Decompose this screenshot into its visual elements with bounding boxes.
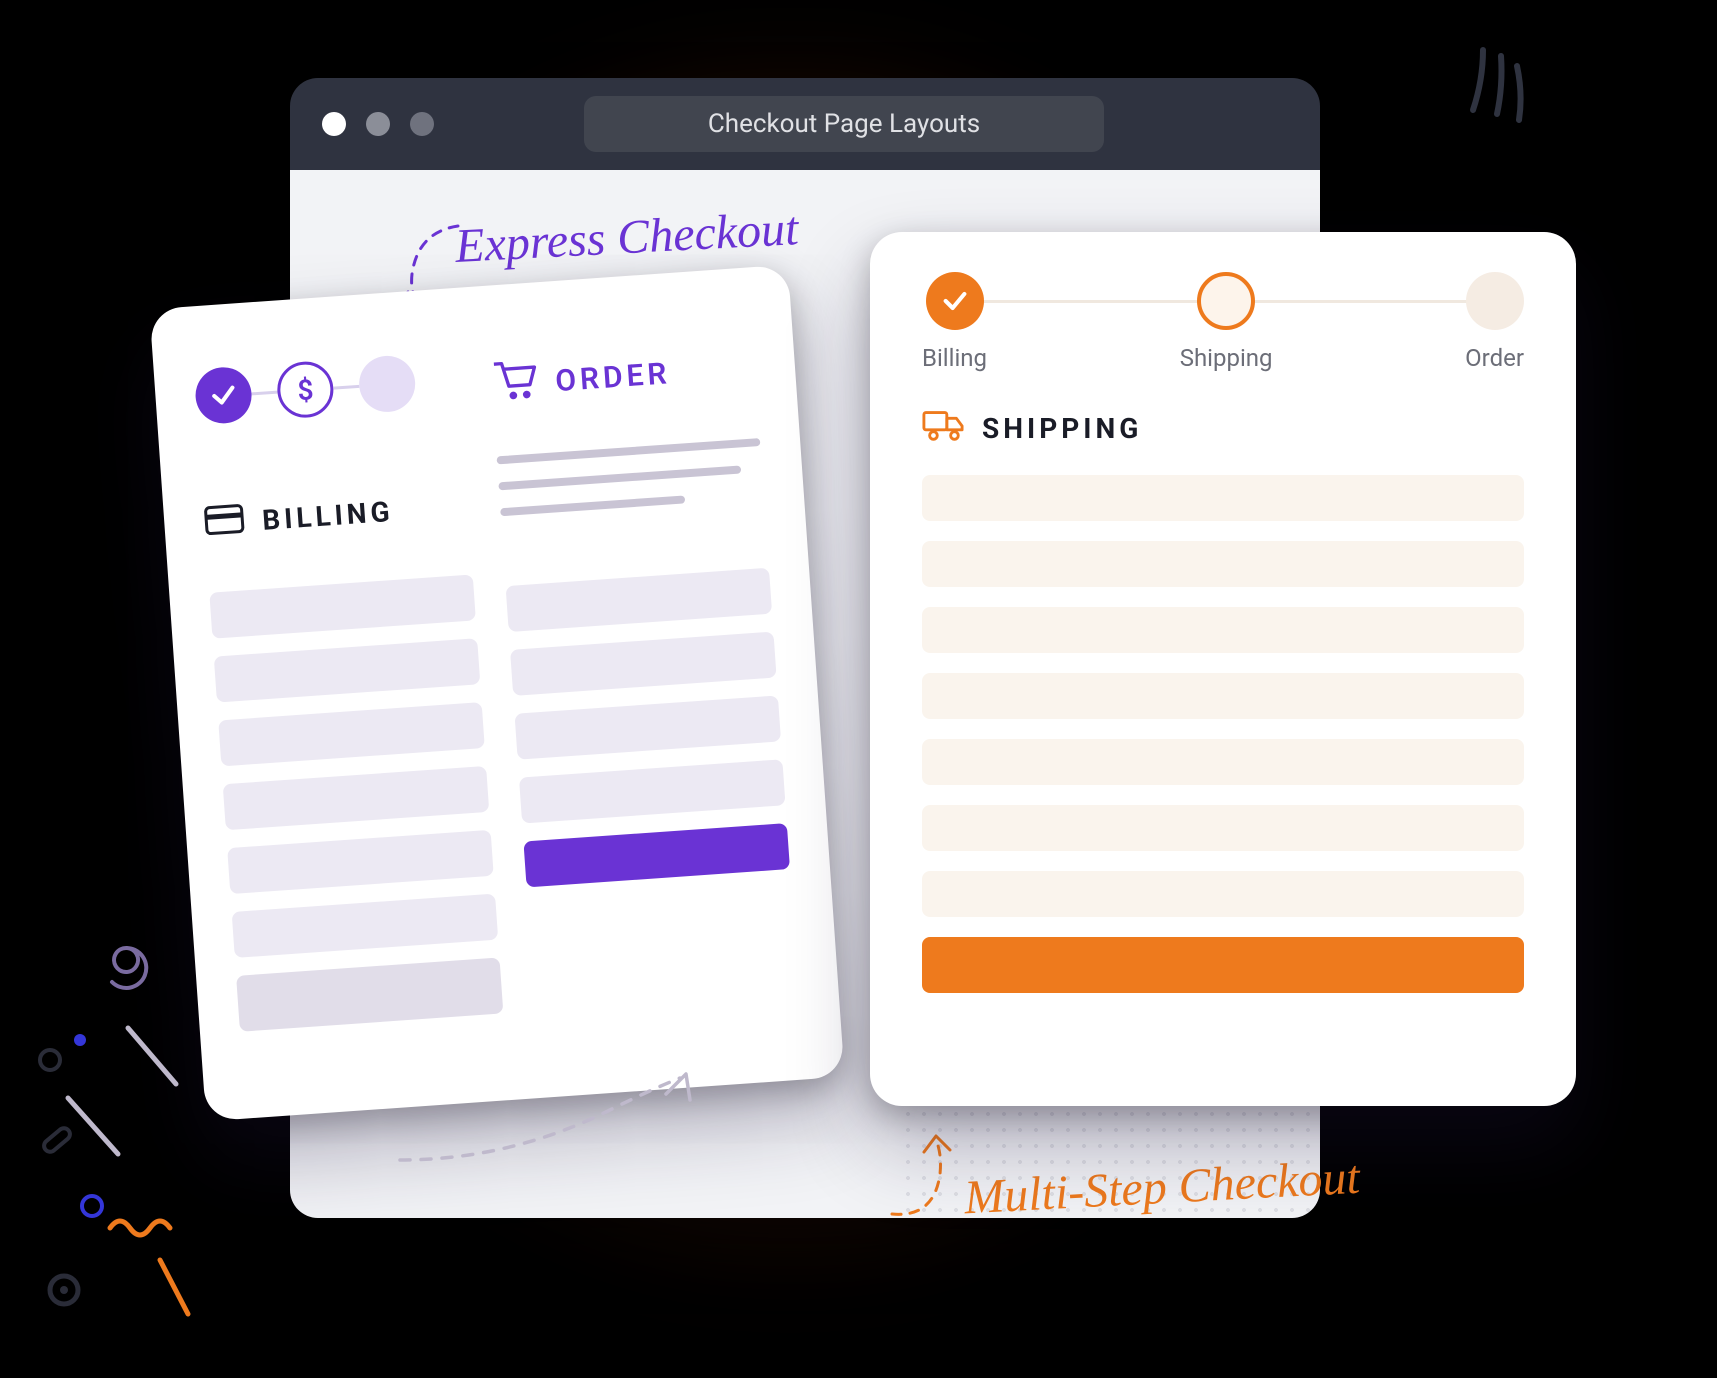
shipping-heading-text: SHIPPING — [982, 412, 1142, 445]
order-heading-text: ORDER — [554, 356, 671, 399]
skeleton-line — [500, 495, 685, 516]
input-field[interactable] — [510, 632, 777, 696]
input-field[interactable] — [922, 871, 1524, 917]
step-order[interactable]: Order — [1465, 272, 1524, 372]
progress-line — [251, 390, 277, 395]
express-progress: $ — [192, 328, 463, 449]
address-bar[interactable]: Checkout Page Layouts — [584, 96, 1104, 152]
skeleton-line — [498, 465, 741, 490]
step-label: Order — [1465, 344, 1524, 372]
step-shipping[interactable]: Shipping — [1180, 272, 1273, 372]
input-field[interactable] — [209, 575, 476, 639]
step-circle-next — [1466, 272, 1524, 330]
express-step-payment[interactable]: $ — [276, 360, 336, 420]
window-controls — [322, 112, 434, 136]
check-icon — [941, 287, 969, 315]
progress-line — [333, 385, 359, 390]
input-field[interactable] — [922, 739, 1524, 785]
step-label: Billing — [922, 344, 987, 372]
express-step-next[interactable] — [357, 354, 417, 414]
input-field[interactable] — [519, 760, 786, 824]
step-circle-done — [926, 272, 984, 330]
check-icon — [209, 381, 239, 411]
dollar-icon: $ — [296, 373, 314, 407]
submit-button[interactable] — [523, 823, 790, 887]
decorative-doodles — [20, 910, 280, 1330]
traffic-dot-minimize[interactable] — [366, 112, 390, 136]
express-step-done[interactable] — [194, 366, 254, 426]
card-icon — [203, 504, 245, 544]
arrow-under-express-icon — [390, 1060, 710, 1180]
input-field[interactable] — [515, 696, 782, 760]
input-field[interactable] — [922, 541, 1524, 587]
traffic-dot-close[interactable] — [322, 112, 346, 136]
input-field[interactable] — [218, 702, 485, 766]
step-circle-current — [1197, 272, 1255, 330]
input-field[interactable] — [922, 475, 1524, 521]
order-fields — [506, 568, 802, 1058]
page-title: Checkout Page Layouts — [708, 109, 980, 139]
cart-icon — [490, 356, 540, 413]
order-heading: ORDER — [487, 307, 759, 446]
input-field[interactable] — [922, 607, 1524, 653]
input-field[interactable] — [223, 766, 490, 830]
input-field[interactable] — [922, 673, 1524, 719]
step-label: Shipping — [1180, 344, 1273, 372]
traffic-dot-zoom[interactable] — [410, 112, 434, 136]
shipping-fields — [922, 475, 1524, 993]
continue-button[interactable] — [922, 937, 1524, 993]
browser-titlebar: Checkout Page Layouts — [290, 78, 1320, 170]
billing-heading: BILLING — [201, 458, 471, 573]
input-field[interactable] — [214, 639, 481, 703]
multi-step-progress: Billing Shipping Order — [922, 272, 1524, 372]
input-field[interactable] — [922, 805, 1524, 851]
shipping-heading: SHIPPING — [922, 408, 1524, 449]
truck-icon — [922, 408, 964, 449]
multi-step-checkout-card: Billing Shipping Order SHIPPING — [870, 232, 1576, 1106]
input-field[interactable] — [227, 830, 494, 894]
sparkle-icon — [1453, 30, 1553, 130]
order-summary-lines — [496, 438, 767, 563]
step-billing[interactable]: Billing — [922, 272, 987, 372]
billing-heading-text: BILLING — [261, 495, 394, 537]
input-field[interactable] — [506, 568, 773, 632]
